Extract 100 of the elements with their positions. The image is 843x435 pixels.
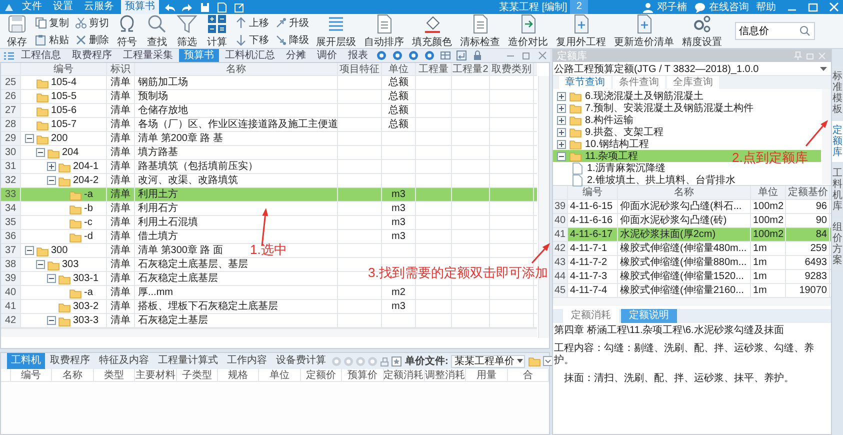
table-row[interactable]: 40 -a 清单 厚...mm m2 xyxy=(1,286,537,300)
view-tab[interactable]: 工料机汇总 xyxy=(220,49,280,62)
table-row[interactable]: 30 204 清单 填方路基 xyxy=(1,146,537,160)
table-row[interactable]: 36 -d 清单 借土填方 m3 xyxy=(1,230,537,244)
column-header[interactable]: 标识 xyxy=(107,63,135,75)
view-tab[interactable]: 取费程序 xyxy=(67,49,117,62)
view-tab[interactable]: 工程信息 xyxy=(16,49,66,62)
menu-item[interactable]: 设置 xyxy=(49,0,77,14)
menu-item[interactable]: 云服务 xyxy=(80,0,118,14)
column-header[interactable]: 规格 xyxy=(218,369,260,381)
toolbar-button[interactable]: 删除 xyxy=(75,32,109,46)
search-mode-tab[interactable]: 全库查询 xyxy=(667,76,719,89)
toolbar-button[interactable]: 复制 xyxy=(35,16,69,30)
minus-box-icon[interactable] xyxy=(47,316,56,325)
toolbar-button[interactable]: 计算 xyxy=(203,14,231,48)
toolbar-button[interactable]: 查找 xyxy=(143,14,171,48)
table-row[interactable]: 43 4-11-7-2 橡胶式伸缩缝(伸缩量880m... 1m 6493 xyxy=(553,256,831,270)
column-header[interactable]: 项目特征 xyxy=(338,63,382,75)
panel-tab[interactable]: 特征及内容 xyxy=(95,353,153,369)
panel-tab[interactable]: 设备费计算 xyxy=(272,353,330,369)
chat-bubble-icon[interactable] xyxy=(694,2,706,12)
save-icon[interactable] xyxy=(199,2,211,12)
plus-box-icon[interactable] xyxy=(557,128,566,136)
stack-icon[interactable] xyxy=(379,356,390,366)
toolbar-button[interactable]: 复用外工程 xyxy=(553,14,609,48)
restore-icon[interactable] xyxy=(521,50,532,61)
online-consult-link[interactable]: 在线咨询 xyxy=(709,0,749,14)
toolbar-button[interactable]: 符号 xyxy=(113,14,141,48)
round-toolbar-icon[interactable] xyxy=(424,50,435,61)
column-header[interactable]: 主要材料 xyxy=(135,369,177,381)
column-header[interactable]: 名称 xyxy=(52,369,94,381)
toolbar-button[interactable]: 展开层级 xyxy=(313,14,359,48)
scrollbar[interactable] xyxy=(553,298,831,306)
toolbar-button[interactable]: 下移 xyxy=(235,32,269,46)
grid-icon[interactable] xyxy=(440,50,451,61)
user-icon[interactable] xyxy=(642,2,654,12)
list-icon[interactable] xyxy=(3,50,15,62)
panel-tab[interactable]: 取费程序 xyxy=(46,353,94,369)
column-header[interactable]: 名称 xyxy=(618,186,751,199)
toolbar-button[interactable]: 粘贴 xyxy=(35,32,69,46)
tree-item[interactable]: 7.预制、安装混凝土及钢筋混凝土构件 xyxy=(553,102,821,114)
search-mode-tab[interactable]: 章节查询 xyxy=(559,76,611,89)
table-row[interactable]: 28 105-7 清单 各场（厂）区、作业区连接道路及施工主便道 总额 xyxy=(1,118,537,132)
column-header[interactable]: 调整消耗 xyxy=(424,369,466,381)
redo-icon[interactable] xyxy=(181,2,194,12)
side-tab[interactable]: 定额库 xyxy=(832,121,843,162)
document-icon[interactable] xyxy=(216,2,228,12)
table-row[interactable]: 44 4-11-7-3 橡胶式伸缩缝(伸缩量1520... 1m 9283 xyxy=(553,270,831,284)
view-tab[interactable]: 分摊 xyxy=(281,49,311,62)
tree-item[interactable]: 6.现浇混凝土及钢筋混凝土 xyxy=(553,90,821,102)
help-menu[interactable]: 帮助 xyxy=(756,0,776,14)
column-header[interactable]: 名称 xyxy=(135,63,338,75)
table-row[interactable]: 39 4-11-6-15 仰面水泥砂浆勾凸缝(料石... 100m2 96 xyxy=(553,200,831,214)
column-header[interactable]: 工程量2 xyxy=(452,63,490,75)
panel-tab[interactable]: 工作内容 xyxy=(223,353,271,369)
plus-box-icon[interactable] xyxy=(557,104,566,112)
lock-icon[interactable] xyxy=(472,50,483,61)
view-tab[interactable]: 调价 xyxy=(312,49,342,62)
table-row[interactable]: 41 4-11-6-17 水泥砂浆抹面(厚2cm) 100m2 84 xyxy=(553,228,831,242)
minus-box-icon[interactable] xyxy=(557,152,566,160)
toolbar-button[interactable]: 降级 xyxy=(275,32,309,46)
maximize-icon[interactable] xyxy=(807,2,819,12)
toolbar-button[interactable]: 清标检查 xyxy=(457,14,503,48)
tree-item[interactable]: 2.锥坡填土、拱上填料、台背排水 xyxy=(553,174,821,186)
toolbar-button[interactable]: 上移 xyxy=(235,16,269,30)
collapse-icon[interactable] xyxy=(543,356,554,366)
plus-box-icon[interactable] xyxy=(557,116,566,124)
star-box-icon[interactable] xyxy=(391,356,402,366)
minus-box-icon[interactable] xyxy=(25,246,34,255)
column-header[interactable]: 单位 xyxy=(382,63,416,75)
column-header[interactable]: 取费类别 xyxy=(490,63,534,75)
toolbar-button[interactable]: 更新造价清单 xyxy=(611,14,677,48)
table-row[interactable]: 25 105-4 清单 钢筋加工场 总额 xyxy=(1,76,537,90)
column-header[interactable]: 合 xyxy=(508,369,550,381)
table-row[interactable]: 27 105-6 清单 仓储存放地 总额 xyxy=(1,104,537,118)
column-header[interactable]: 编号 xyxy=(21,63,107,75)
search-field[interactable]: 信息价 xyxy=(735,22,815,40)
toolbar-button[interactable]: 剪切 xyxy=(75,16,109,30)
undo-icon[interactable] xyxy=(163,2,176,12)
column-header[interactable]: 定额价 xyxy=(300,369,342,381)
column-header[interactable]: 单位 xyxy=(259,369,301,381)
panel-tab[interactable]: 定额消耗 xyxy=(563,309,619,323)
minus-box-icon[interactable] xyxy=(36,260,45,269)
toolbar-button[interactable]: 保存 xyxy=(3,14,31,48)
column-header[interactable]: 编号 xyxy=(568,186,618,199)
tree-item[interactable]: 9.拱盔、支架工程 xyxy=(553,126,821,138)
round-toolbar-icon[interactable] xyxy=(376,50,387,61)
toolbar-button[interactable]: 精度设置 xyxy=(679,14,725,48)
user-name[interactable]: 邓子楠 xyxy=(657,0,687,14)
column-header[interactable]: 工程量 xyxy=(416,63,452,75)
plus-box-icon[interactable] xyxy=(47,162,56,171)
search-mode-tab[interactable]: 条件查询 xyxy=(613,76,665,89)
tree-item[interactable]: 10.钢结构工程 xyxy=(553,138,821,150)
menu-item[interactable]: 文件 xyxy=(18,0,46,14)
column-header[interactable]: 预算价 xyxy=(342,369,384,381)
enter-key-icon[interactable] xyxy=(456,50,467,61)
table-row[interactable]: 33 -a 清单 利用土方 m3 xyxy=(1,188,537,202)
toolbar-button[interactable]: 自动排序 xyxy=(361,14,407,48)
table-row[interactable]: 26 105-5 清单 预制场 总额 xyxy=(1,90,537,104)
panel-tab[interactable]: 工程量计算式 xyxy=(154,353,222,369)
